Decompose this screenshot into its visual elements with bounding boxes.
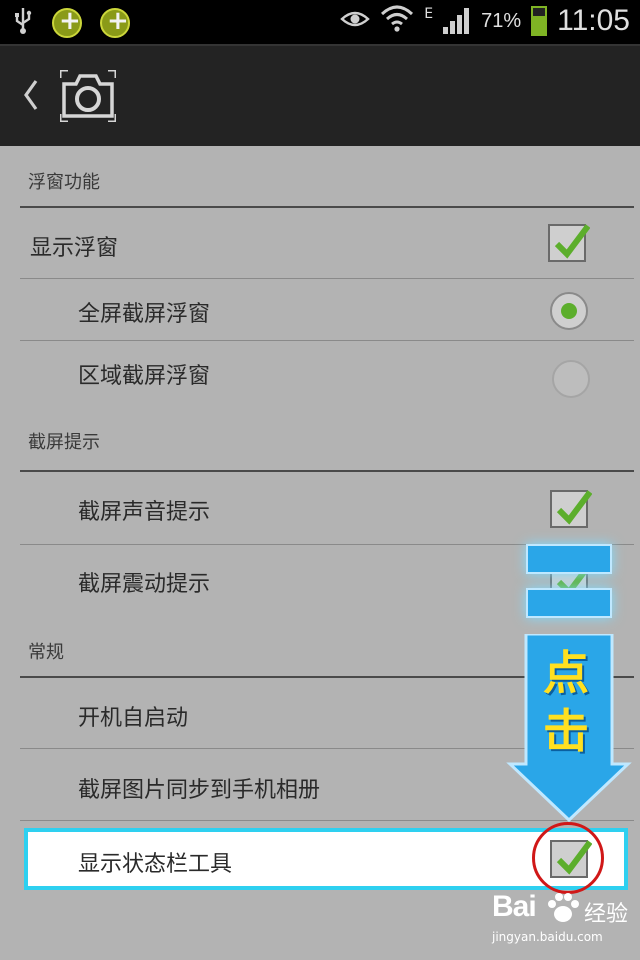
battery-percent: 71%: [481, 9, 522, 32]
eye-icon: [340, 9, 371, 33]
section-divider: [20, 206, 634, 208]
chevron-left-icon[interactable]: [22, 76, 40, 122]
watermark-suffix: 经验: [584, 902, 629, 927]
arrow-stripe: [526, 588, 612, 618]
annotation-text-2: 击: [543, 704, 589, 758]
battery-icon: [531, 6, 548, 36]
clock: 11:05: [557, 4, 630, 37]
action-bar: [0, 44, 640, 146]
signal-icon: [443, 8, 471, 34]
row-divider: [20, 340, 634, 341]
check-icon: [554, 224, 590, 259]
autostart-label[interactable]: 开机自启动: [78, 700, 188, 732]
region-float-radio[interactable]: [552, 360, 590, 398]
usb-icon: [12, 6, 34, 40]
click-target-circle: [532, 822, 604, 894]
arrow-stripe: [526, 544, 612, 574]
show-float-checkbox[interactable]: [548, 224, 590, 262]
sound-hint-label[interactable]: 截屏声音提示: [78, 494, 210, 526]
baidu-watermark: Bai 经验 jingyan.baidu.com: [492, 890, 632, 950]
section-header-hint: 截屏提示: [28, 432, 100, 453]
show-float-label[interactable]: 显示浮窗: [30, 230, 118, 262]
fullscreen-float-label[interactable]: 全屏截屏浮窗: [78, 296, 210, 328]
annotation-text-1: 点: [543, 646, 589, 700]
paw-icon: [548, 893, 579, 922]
vibrate-hint-label[interactable]: 截屏震动提示: [78, 566, 210, 598]
sync-album-label[interactable]: 截屏图片同步到手机相册: [78, 772, 320, 804]
watermark-url: jingyan.baidu.com: [492, 930, 603, 944]
wifi-icon: [380, 4, 414, 38]
camera-icon[interactable]: [58, 68, 118, 126]
watermark-brand: Bai: [492, 890, 537, 923]
status-bar: E 71% 11:05: [0, 0, 640, 44]
region-float-label[interactable]: 区域截屏浮窗: [78, 358, 210, 390]
status-tool-label[interactable]: 显示状态栏工具: [78, 846, 232, 878]
row-divider: [20, 278, 634, 279]
fullscreen-float-radio[interactable]: [550, 292, 588, 330]
app-badge-icon: [52, 6, 82, 38]
click-annotation-arrow: 点 击: [506, 544, 632, 824]
check-icon: [556, 490, 592, 525]
section-header-float: 浮窗功能: [28, 172, 100, 193]
section-header-general: 常规: [28, 642, 64, 663]
sound-hint-checkbox[interactable]: [550, 490, 592, 528]
app-badge-icon: [100, 6, 130, 38]
section-divider: [20, 470, 634, 472]
network-type-label: E: [424, 6, 434, 22]
